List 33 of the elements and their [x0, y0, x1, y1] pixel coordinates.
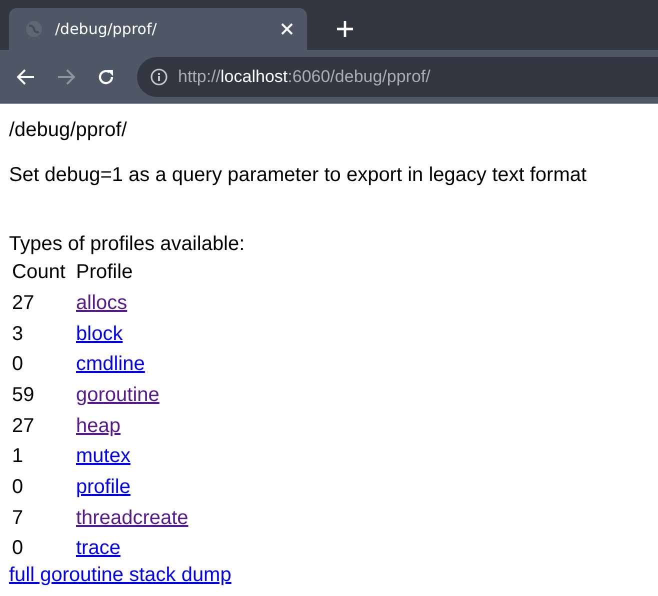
- tab-title: /debug/pprof/: [55, 20, 158, 38]
- profile-link[interactable]: mutex: [76, 445, 130, 468]
- page-heading: /debug/pprof/: [9, 119, 128, 142]
- column-header: Count: [12, 260, 66, 285]
- profile-link[interactable]: heap: [76, 414, 120, 437]
- back-icon[interactable]: [17, 68, 35, 84]
- close-icon[interactable]: [281, 23, 293, 35]
- count-cell: 0: [12, 476, 24, 498]
- profile-link[interactable]: trace: [76, 537, 120, 560]
- address-bar[interactable]: http://localhost:6060/debug/pprof/: [137, 56, 658, 96]
- count-cell: 27: [12, 414, 34, 437]
- profile-link[interactable]: allocs: [76, 292, 128, 314]
- browser-tab[interactable]: /debug/pprof/: [9, 8, 307, 50]
- profile-link[interactable]: block: [76, 322, 123, 345]
- profile-link[interactable]: goroutine: [76, 384, 160, 406]
- globe-icon: [25, 20, 43, 38]
- new-tab-icon[interactable]: [337, 21, 353, 37]
- profile-link[interactable]: threadcreate: [76, 506, 188, 529]
- count-cell: 3: [12, 322, 24, 345]
- profile-link[interactable]: cmdline: [76, 353, 145, 376]
- count-cell: 59: [12, 384, 34, 406]
- section-label: Types of profiles available:: [9, 233, 246, 256]
- reload-icon[interactable]: [97, 68, 115, 86]
- count-cell: 0: [12, 537, 24, 560]
- count-cell: 27: [12, 292, 34, 314]
- count-cell: 7: [12, 506, 24, 529]
- count-cell: 0: [12, 353, 24, 376]
- column-header: Profile: [76, 260, 134, 285]
- count-cell: 1: [12, 445, 24, 468]
- note-text: Set debug=1 as a query parameter to export in legacy text format: [9, 164, 588, 187]
- profile-link[interactable]: profile: [76, 476, 130, 498]
- info-icon: [150, 68, 168, 86]
- stack-dump-link[interactable]: full goroutine stack dump: [9, 564, 232, 586]
